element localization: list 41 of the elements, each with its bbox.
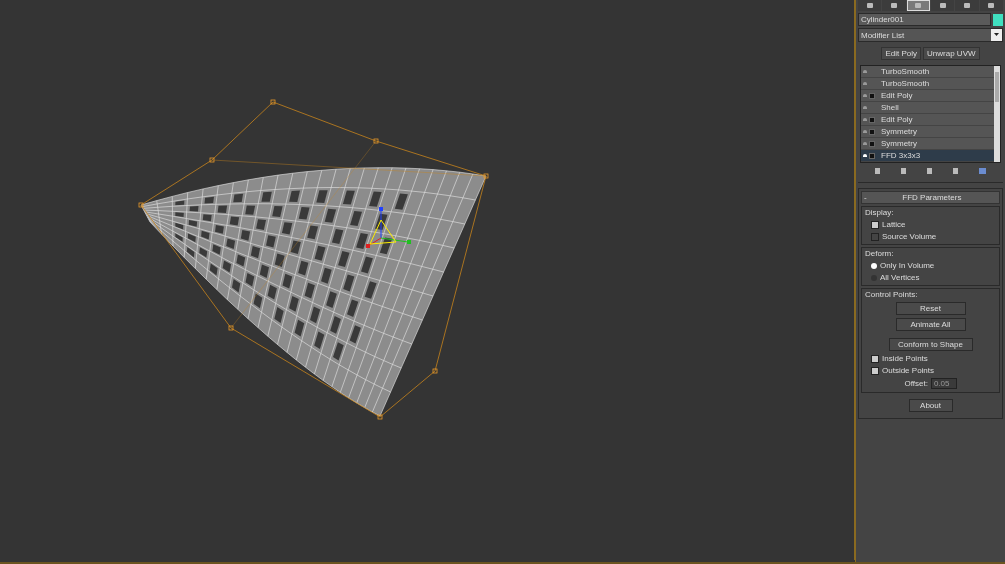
about-button[interactable]: About	[908, 399, 953, 412]
panel-tab-icon[interactable]	[882, 0, 906, 11]
checkbox[interactable]	[871, 366, 879, 375]
panel-tab-icon[interactable]	[955, 0, 979, 11]
scrollbar[interactable]	[994, 66, 1000, 162]
expand-box-icon[interactable]	[869, 128, 875, 135]
deform-group: Deform: Only In Volume All Vertices	[861, 247, 1000, 286]
rollout-header[interactable]: - FFD Parameters	[861, 191, 1000, 204]
modifier-stack-item[interactable]: Edit Poly	[861, 114, 994, 126]
checkbox[interactable]	[871, 220, 879, 229]
modifier-list-dropdown[interactable]: Modifier List	[858, 28, 1003, 42]
panel-tab-icon[interactable]	[906, 0, 930, 11]
panel-tab-icon[interactable]	[979, 0, 1003, 11]
modifier-stack-item[interactable]: Edit Poly	[861, 90, 994, 102]
conform-to-shape-button[interactable]: Conform to Shape	[888, 338, 973, 351]
reset-button[interactable]: Reset	[895, 302, 966, 315]
ffd-lattice-drawing[interactable]	[138, 99, 489, 420]
modifier-stack-item[interactable]: Shell	[861, 102, 994, 114]
object-name-field[interactable]: Cylinder001	[858, 13, 991, 26]
display-group: Display: Lattice Source Volume	[861, 206, 1000, 245]
control-points-group: Control Points: Reset Animate All Conform to Shape Inside Points Outside Points Offset: 0.05	[861, 288, 1000, 393]
modifier-stack-item[interactable]: FFD 3x3x3	[861, 150, 994, 162]
modifier-stack-item[interactable]: TurboSmooth	[861, 78, 994, 90]
offset-spinner[interactable]: 0.05	[930, 378, 957, 389]
expand-box-icon[interactable]	[869, 92, 875, 99]
bulb-icon[interactable]	[863, 154, 867, 157]
expand-box-icon[interactable]	[869, 140, 875, 147]
checkbox[interactable]	[871, 232, 879, 241]
modifier-button[interactable]: Unwrap UVW	[923, 47, 980, 60]
animate-all-button[interactable]: Animate All	[895, 318, 966, 331]
object-color-swatch[interactable]	[993, 13, 1003, 26]
expand-box-icon[interactable]	[869, 116, 875, 123]
transform-gizmo-icon[interactable]	[366, 207, 411, 248]
panel-tab-icon[interactable]	[931, 0, 955, 11]
modifier-stack-item[interactable]: Symmetry	[861, 126, 994, 138]
modifier-button[interactable]: Edit Poly	[881, 47, 922, 60]
modifier-stack-item[interactable]: TurboSmooth	[861, 66, 994, 78]
checkbox[interactable]	[871, 354, 879, 363]
radio-button[interactable]	[871, 262, 877, 269]
expand-box-icon[interactable]	[869, 152, 875, 159]
panel-tab-icon[interactable]	[858, 0, 882, 11]
